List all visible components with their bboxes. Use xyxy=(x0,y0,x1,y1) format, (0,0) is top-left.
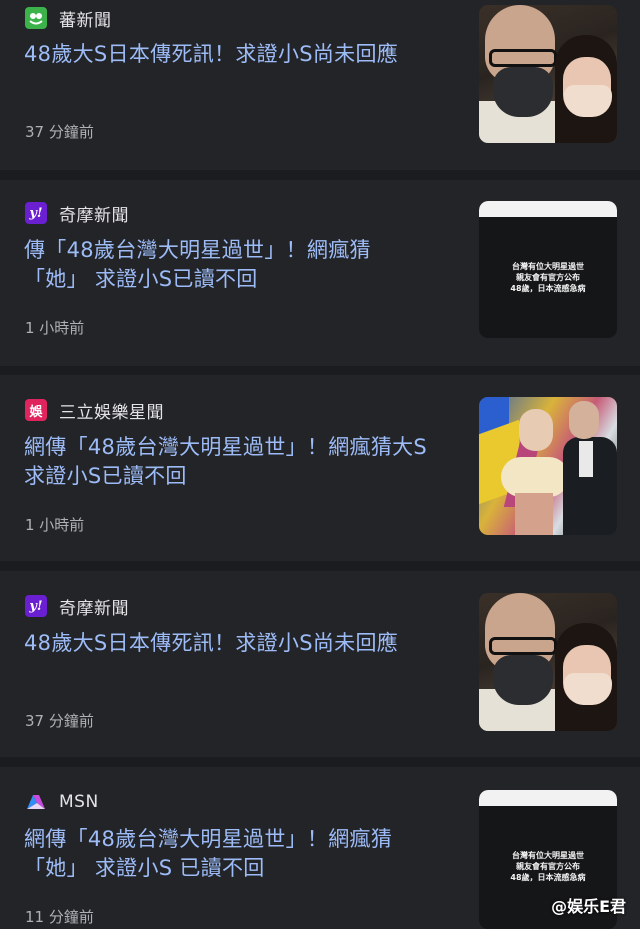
published-time: 11 分鐘前 xyxy=(25,908,94,926)
news-thumbnail[interactable] xyxy=(479,397,617,535)
yahoo-icon: y! xyxy=(25,202,47,224)
published-time: 37 分鐘前 xyxy=(25,712,94,730)
news-source: y! 奇摩新聞 xyxy=(25,594,129,619)
source-name: 奇摩新聞 xyxy=(59,205,129,226)
news-card[interactable]: MSN 網傳「48歲台灣大明星過世」！網瘋猜「她」 求證小S 已讀不回 11 分… xyxy=(0,767,640,929)
news-card[interactable]: 蕃新聞 48歲大S日本傳死訊！求證小S尚未回應 37 分鐘前 xyxy=(0,0,640,170)
published-time: 1 小時前 xyxy=(25,319,85,337)
news-source: y! 奇摩新聞 xyxy=(25,201,129,226)
headline-link[interactable]: 48歲大S日本傳死訊！求證小S尚未回應 xyxy=(24,629,454,658)
thumbnail-caption-2: 親友會有官方公布 xyxy=(516,862,580,871)
source-name: 蕃新聞 xyxy=(59,10,112,31)
news-source: MSN xyxy=(25,790,99,814)
source-name: 三立娛樂星聞 xyxy=(59,402,164,423)
headline-link[interactable]: 網傳「48歲台灣大明星過世」！網瘋猜大S 求證小S已讀不回 xyxy=(24,433,444,491)
watermark: @娱乐E君 xyxy=(551,897,626,916)
thumbnail-caption-2: 親友會有官方公布 xyxy=(516,273,580,282)
msn-icon xyxy=(25,791,47,813)
news-source: 蕃新聞 xyxy=(25,6,112,31)
headline-link[interactable]: 網傳「48歲台灣大明星過世」！網瘋猜「她」 求證小S 已讀不回 xyxy=(24,825,444,883)
sanli-entertainment-icon: 娛 xyxy=(25,399,47,421)
news-source: 娛 三立娛樂星聞 xyxy=(25,398,164,423)
news-thumbnail[interactable]: 台灣有位大明星過世 親友會有官方公布 48歲，日本流感急病 xyxy=(479,201,617,338)
news-thumbnail[interactable] xyxy=(479,593,617,731)
news-card[interactable]: y! 奇摩新聞 傳「48歲台灣大明星過世」！網瘋猜「她」 求證小S已讀不回 1 … xyxy=(0,180,640,366)
thumbnail-caption-1: 台灣有位大明星過世 xyxy=(512,851,584,860)
yahoo-icon: y! xyxy=(25,595,47,617)
source-name: MSN xyxy=(59,792,99,812)
news-feed: 蕃新聞 48歲大S日本傳死訊！求證小S尚未回應 37 分鐘前 y! 奇摩新聞 傳… xyxy=(0,0,640,929)
headline-link[interactable]: 傳「48歲台灣大明星過世」！網瘋猜「她」 求證小S已讀不回 xyxy=(24,236,424,294)
news-thumbnail[interactable] xyxy=(479,5,617,143)
thumbnail-caption-3: 48歲，日本流感急病 xyxy=(510,284,586,293)
published-time: 37 分鐘前 xyxy=(25,123,94,141)
news-card[interactable]: 娛 三立娛樂星聞 網傳「48歲台灣大明星過世」！網瘋猜大S 求證小S已讀不回 1… xyxy=(0,375,640,561)
published-time: 1 小時前 xyxy=(25,516,85,534)
thumbnail-caption-1: 台灣有位大明星過世 xyxy=(512,262,584,271)
news-card[interactable]: y! 奇摩新聞 48歲大S日本傳死訊！求證小S尚未回應 37 分鐘前 xyxy=(0,571,640,757)
thumbnail-caption-3: 48歲，日本流感急病 xyxy=(510,873,586,882)
headline-link[interactable]: 48歲大S日本傳死訊！求證小S尚未回應 xyxy=(24,40,454,69)
lettuce-app-icon xyxy=(25,7,47,29)
source-name: 奇摩新聞 xyxy=(59,598,129,619)
